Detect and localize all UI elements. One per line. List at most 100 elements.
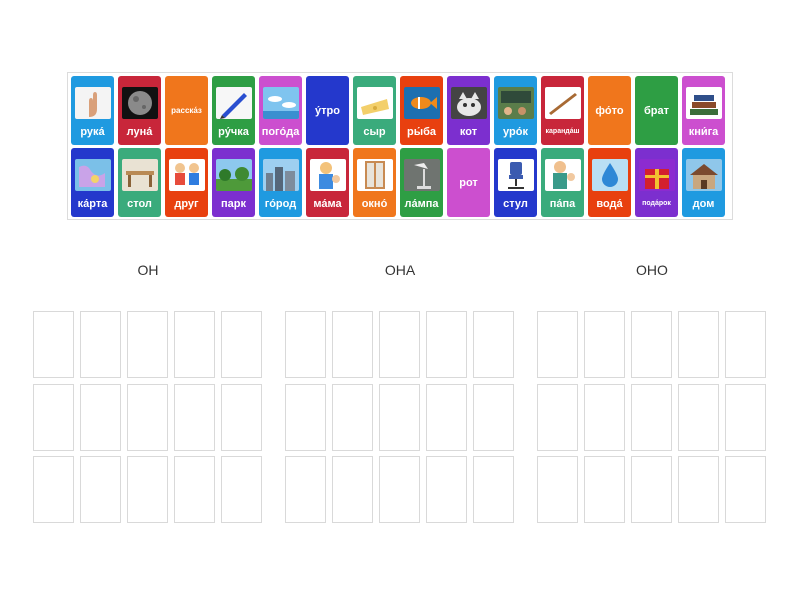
cat-icon — [450, 87, 487, 119]
word-card[interactable]: рука́ — [71, 76, 114, 145]
word-card-label: ма́ма — [313, 198, 342, 210]
word-card[interactable]: парк — [212, 148, 255, 217]
word-card[interactable]: вода́ — [588, 148, 631, 217]
drop-slot[interactable] — [33, 311, 74, 378]
drop-slot[interactable] — [631, 456, 672, 523]
word-card-label: ры́ба — [406, 126, 437, 138]
card-tray: рука́ луна́ расска́з ру́чка пого́да у́тро сыр р… — [67, 72, 733, 220]
word-card[interactable]: ру́чка — [212, 76, 255, 145]
drop-slot[interactable] — [221, 456, 262, 523]
word-card[interactable]: брат — [635, 76, 678, 145]
drop-slot[interactable] — [80, 383, 121, 451]
drop-slot[interactable] — [426, 456, 467, 523]
word-card[interactable]: расска́з — [165, 76, 208, 145]
drop-slot[interactable] — [584, 311, 625, 378]
drop-slot[interactable] — [174, 383, 215, 451]
drop-slot[interactable] — [631, 311, 672, 378]
word-card[interactable]: го́род — [259, 148, 302, 217]
drop-slot[interactable] — [725, 383, 766, 451]
drop-slot[interactable] — [584, 456, 625, 523]
word-card[interactable]: ла́мпа — [400, 148, 443, 217]
word-card[interactable]: каранда́ш — [541, 76, 584, 145]
drop-slot[interactable] — [631, 383, 672, 451]
drop-slot[interactable] — [221, 383, 262, 451]
drop-slot[interactable] — [127, 456, 168, 523]
drop-slot[interactable] — [221, 311, 262, 378]
lamp-icon — [403, 159, 440, 191]
word-card[interactable]: пого́да — [259, 76, 302, 145]
word-card[interactable]: у́тро — [306, 76, 349, 145]
drop-slot[interactable] — [285, 383, 326, 451]
word-card-label: пого́да — [261, 126, 300, 138]
drop-slot[interactable] — [33, 456, 74, 523]
word-card-label: па́па — [549, 198, 576, 210]
word-card[interactable]: дом — [682, 148, 725, 217]
drop-slot[interactable] — [332, 311, 373, 378]
word-card-label: каранда́ш — [545, 128, 580, 135]
gift-icon — [638, 159, 675, 191]
word-card[interactable]: стол — [118, 148, 161, 217]
drop-slot[interactable] — [725, 311, 766, 378]
word-card[interactable]: кни́га — [682, 76, 725, 145]
drop-slot[interactable] — [473, 311, 514, 378]
pencil-icon — [544, 87, 581, 119]
drop-slot[interactable] — [33, 383, 74, 451]
word-card[interactable]: друг — [165, 148, 208, 217]
word-card[interactable]: ма́ма — [306, 148, 349, 217]
word-card[interactable]: кот — [447, 76, 490, 145]
word-card[interactable]: стул — [494, 148, 537, 217]
drop-slot[interactable] — [426, 383, 467, 451]
drop-slot[interactable] — [426, 311, 467, 378]
drop-slot[interactable] — [473, 456, 514, 523]
word-card[interactable]: па́па — [541, 148, 584, 217]
word-card[interactable]: ры́ба — [400, 76, 443, 145]
word-card-label: у́тро — [315, 104, 340, 117]
word-card[interactable]: сыр — [353, 76, 396, 145]
moon-icon — [121, 87, 158, 119]
drop-slot[interactable] — [537, 383, 578, 451]
drop-slot[interactable] — [285, 311, 326, 378]
word-card[interactable]: рот — [447, 148, 490, 217]
friends-icon — [168, 159, 205, 191]
chair-icon — [497, 159, 534, 191]
father-icon — [544, 159, 581, 191]
word-card-label: ру́чка — [218, 126, 249, 138]
cheese-icon — [356, 87, 393, 119]
window-icon — [356, 159, 393, 191]
word-card[interactable]: ка́рта — [71, 148, 114, 217]
word-card-label: стол — [127, 198, 152, 210]
word-card-label: кни́га — [688, 126, 719, 138]
drop-slot[interactable] — [537, 311, 578, 378]
drop-slot[interactable] — [80, 456, 121, 523]
drop-slot[interactable] — [537, 456, 578, 523]
word-card-label: сыр — [363, 126, 386, 138]
word-card-label: рот — [459, 176, 478, 189]
drop-slot[interactable] — [584, 383, 625, 451]
drop-slot[interactable] — [285, 456, 326, 523]
drop-slot[interactable] — [678, 456, 719, 523]
water-icon — [591, 159, 628, 191]
word-card-label: уро́к — [503, 126, 528, 138]
word-card[interactable]: луна́ — [118, 76, 161, 145]
drop-slot[interactable] — [473, 383, 514, 451]
drop-slot[interactable] — [379, 311, 420, 378]
drop-slot[interactable] — [332, 456, 373, 523]
drop-slot[interactable] — [127, 311, 168, 378]
word-card[interactable]: уро́к — [494, 76, 537, 145]
word-card[interactable]: пода́рок — [635, 148, 678, 217]
word-card-label: дом — [692, 198, 715, 210]
drop-slot[interactable] — [678, 311, 719, 378]
drop-slot[interactable] — [379, 383, 420, 451]
word-card[interactable]: фо́то — [588, 76, 631, 145]
drop-slot[interactable] — [725, 456, 766, 523]
drop-slot[interactable] — [379, 456, 420, 523]
word-card-label: луна́ — [126, 126, 153, 138]
word-card[interactable]: окно́ — [353, 148, 396, 217]
drop-slot[interactable] — [127, 383, 168, 451]
drop-slot[interactable] — [678, 383, 719, 451]
group-heading-on: ОН — [137, 262, 159, 278]
drop-slot[interactable] — [80, 311, 121, 378]
drop-slot[interactable] — [174, 311, 215, 378]
drop-slot[interactable] — [332, 383, 373, 451]
drop-slot[interactable] — [174, 456, 215, 523]
